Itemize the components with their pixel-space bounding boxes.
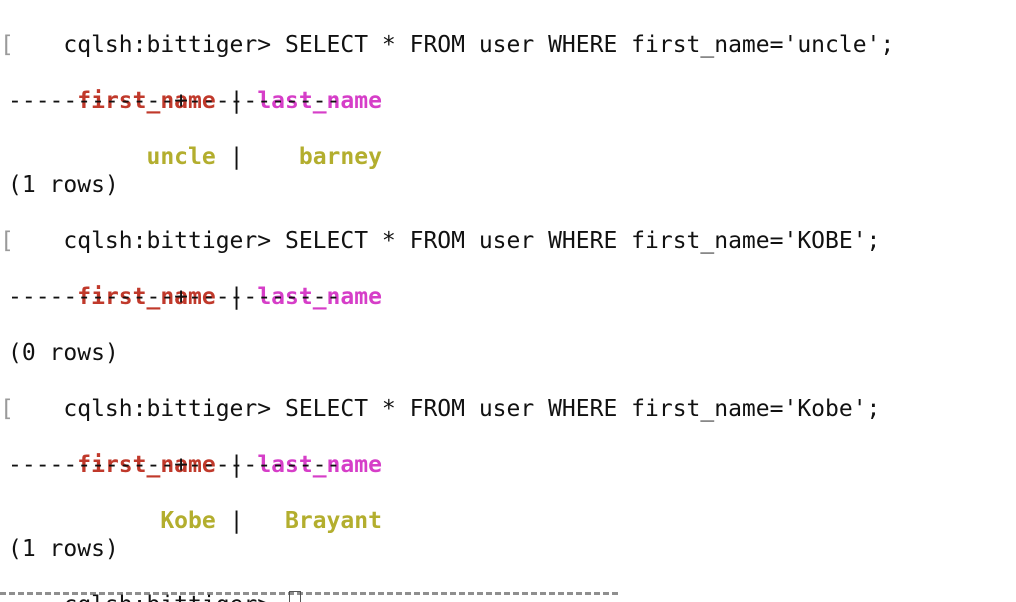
command-line: [ cqlsh:bittiger> SELECT * FROM user WHER… bbox=[0, 367, 880, 422]
current-prompt-line[interactable]: cqlsh:bittiger> bbox=[8, 563, 301, 602]
prompt: cqlsh:bittiger> bbox=[63, 396, 272, 422]
row-count-summary: (1 rows) bbox=[8, 536, 119, 562]
table-rule: ------------+----------- bbox=[8, 88, 341, 114]
table-rule: ------------+----------- bbox=[8, 284, 341, 310]
table-header: first_name | last_name bbox=[8, 423, 382, 478]
line-bracket: [ bbox=[0, 32, 14, 58]
clipped-text-fragment bbox=[0, 592, 620, 595]
prompt: cqlsh:bittiger> bbox=[63, 32, 272, 58]
cell-separator: | bbox=[229, 144, 244, 170]
terminal-window[interactable]: [ cqlsh:bittiger> SELECT * FROM user WHER… bbox=[0, 0, 1016, 602]
row-count-summary: (1 rows) bbox=[8, 172, 119, 198]
cell-first-name: Kobe bbox=[160, 508, 216, 534]
line-bracket: [ bbox=[0, 228, 14, 254]
cell-last-name: barney bbox=[298, 144, 382, 170]
table-header: first_name | last_name bbox=[8, 59, 382, 114]
command-text: SELECT * FROM user WHERE first_name='unc… bbox=[284, 32, 895, 58]
prompt: cqlsh:bittiger> bbox=[63, 228, 272, 254]
command-line: [ cqlsh:bittiger> SELECT * FROM user WHER… bbox=[0, 3, 894, 58]
command-line: [ cqlsh:bittiger> SELECT * FROM user WHER… bbox=[0, 199, 880, 254]
clipped-next-line bbox=[0, 592, 1016, 602]
line-bracket: [ bbox=[0, 396, 14, 422]
cell-separator: | bbox=[229, 508, 244, 534]
table-rule: ------------+----------- bbox=[8, 452, 341, 478]
table-row: Kobe | Brayant bbox=[8, 479, 382, 534]
command-text: SELECT * FROM user WHERE first_name='Kob… bbox=[284, 396, 881, 422]
cell-last-name: Brayant bbox=[284, 508, 382, 534]
table-row: uncle | barney bbox=[8, 115, 381, 170]
command-text: SELECT * FROM user WHERE first_name='KOB… bbox=[284, 228, 881, 254]
table-header: first_name | last_name bbox=[8, 255, 382, 310]
cell-first-name: uncle bbox=[146, 144, 216, 170]
row-count-summary: (0 rows) bbox=[8, 340, 119, 366]
